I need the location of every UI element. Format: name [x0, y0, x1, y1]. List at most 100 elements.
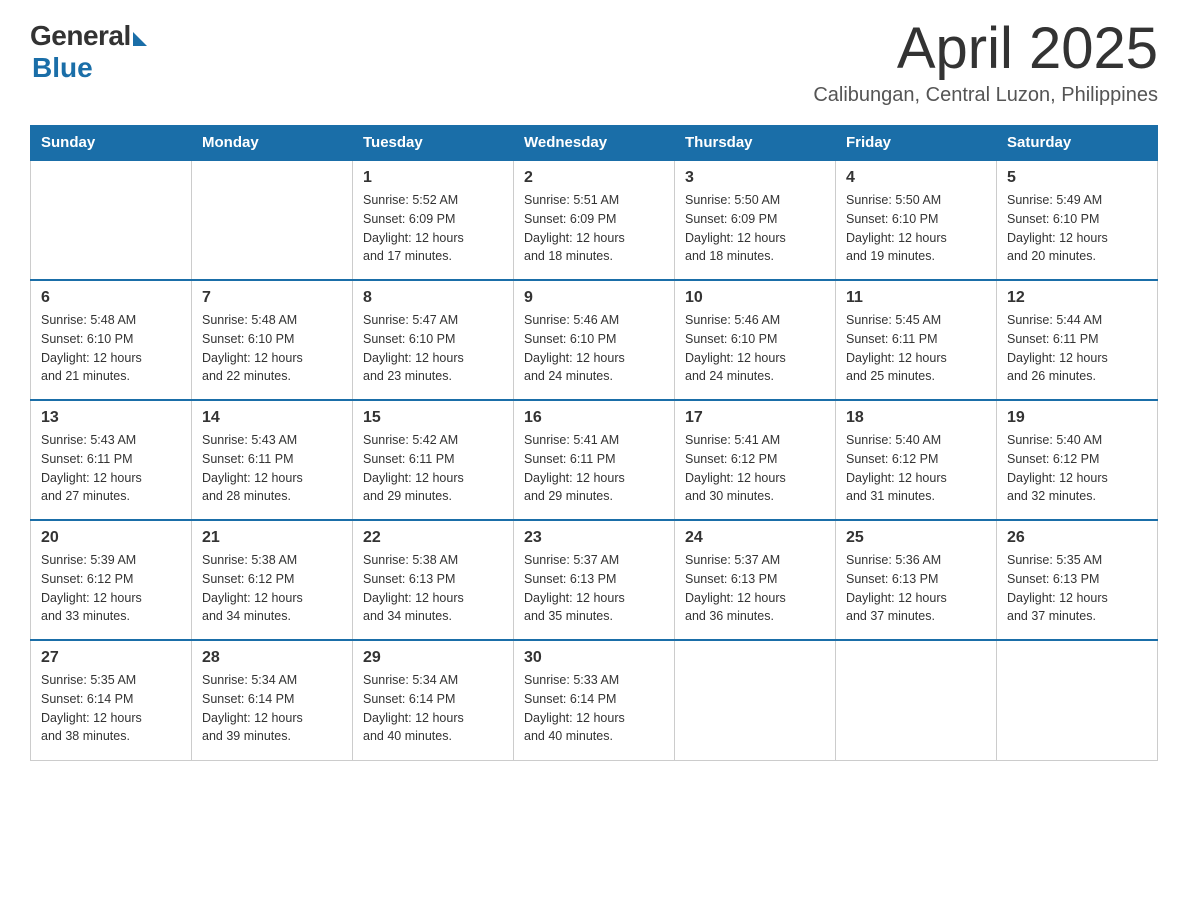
day-info: Sunrise: 5:37 AM Sunset: 6:13 PM Dayligh…: [685, 551, 825, 626]
calendar-day-cell: 22 Sunrise: 5:38 AM Sunset: 6:13 PM Dayli…: [353, 520, 514, 640]
day-info: Sunrise: 5:46 AM Sunset: 6:10 PM Dayligh…: [524, 311, 664, 386]
day-info: Sunrise: 5:43 AM Sunset: 6:11 PM Dayligh…: [202, 431, 342, 506]
day-info: Sunrise: 5:38 AM Sunset: 6:13 PM Dayligh…: [363, 551, 503, 626]
day-number: 6: [41, 289, 181, 307]
day-info: Sunrise: 5:43 AM Sunset: 6:11 PM Dayligh…: [41, 431, 181, 506]
day-number: 5: [1007, 169, 1147, 187]
calendar-day-cell: 16 Sunrise: 5:41 AM Sunset: 6:11 PM Dayli…: [514, 400, 675, 520]
day-number: 24: [685, 529, 825, 547]
logo-arrow-icon: [133, 32, 147, 46]
logo: General Blue: [30, 20, 147, 84]
day-number: 27: [41, 649, 181, 667]
day-info: Sunrise: 5:45 AM Sunset: 6:11 PM Dayligh…: [846, 311, 986, 386]
calendar-day-cell: 17 Sunrise: 5:41 AM Sunset: 6:12 PM Dayli…: [675, 400, 836, 520]
calendar-day-cell: 6 Sunrise: 5:48 AM Sunset: 6:10 PM Daylig…: [31, 280, 192, 400]
calendar-day-cell: [997, 640, 1158, 760]
day-number: 19: [1007, 409, 1147, 427]
day-info: Sunrise: 5:34 AM Sunset: 6:14 PM Dayligh…: [363, 671, 503, 746]
calendar-day-cell: 15 Sunrise: 5:42 AM Sunset: 6:11 PM Dayli…: [353, 400, 514, 520]
calendar-day-cell: 29Sunrise: 5:34 AM Sunset: 6:14 PM Dayli…: [353, 640, 514, 760]
day-number: 2: [524, 169, 664, 187]
day-info: Sunrise: 5:40 AM Sunset: 6:12 PM Dayligh…: [1007, 431, 1147, 506]
calendar-week-row: 20Sunrise: 5:39 AM Sunset: 6:12 PM Dayli…: [31, 520, 1158, 640]
day-info: Sunrise: 5:37 AM Sunset: 6:13 PM Dayligh…: [524, 551, 664, 626]
calendar-day-cell: 28Sunrise: 5:34 AM Sunset: 6:14 PM Dayli…: [192, 640, 353, 760]
day-number: 4: [846, 169, 986, 187]
calendar-day-cell: 2 Sunrise: 5:51 AM Sunset: 6:09 PM Daylig…: [514, 160, 675, 280]
month-title: April 2025: [813, 20, 1158, 78]
day-info: Sunrise: 5:48 AM Sunset: 6:10 PM Dayligh…: [202, 311, 342, 386]
day-info: Sunrise: 5:48 AM Sunset: 6:10 PM Dayligh…: [41, 311, 181, 386]
day-number: 20: [41, 529, 181, 547]
day-info: Sunrise: 5:35 AM Sunset: 6:14 PM Dayligh…: [41, 671, 181, 746]
title-section: April 2025 Calibungan, Central Luzon, Ph…: [813, 20, 1158, 107]
day-number: 13: [41, 409, 181, 427]
day-info: Sunrise: 5:40 AM Sunset: 6:12 PM Dayligh…: [846, 431, 986, 506]
calendar-day-cell: 27 Sunrise: 5:35 AM Sunset: 6:14 PM Dayli…: [31, 640, 192, 760]
calendar-day-cell: 18 Sunrise: 5:40 AM Sunset: 6:12 PM Dayli…: [836, 400, 997, 520]
day-number: 1: [363, 169, 503, 187]
day-number: 15: [363, 409, 503, 427]
day-number: 22: [363, 529, 503, 547]
day-info: Sunrise: 5:36 AM Sunset: 6:13 PM Dayligh…: [846, 551, 986, 626]
day-number: 17: [685, 409, 825, 427]
calendar-day-cell: 25Sunrise: 5:36 AM Sunset: 6:13 PM Dayli…: [836, 520, 997, 640]
day-number: 10: [685, 289, 825, 307]
calendar-day-cell: 1 Sunrise: 5:52 AM Sunset: 6:09 PM Daylig…: [353, 160, 514, 280]
calendar-day-cell: 26 Sunrise: 5:35 AM Sunset: 6:13 PM Dayli…: [997, 520, 1158, 640]
day-number: 30: [524, 649, 664, 667]
day-number: 21: [202, 529, 342, 547]
calendar-week-row: 6 Sunrise: 5:48 AM Sunset: 6:10 PM Daylig…: [31, 280, 1158, 400]
calendar-header-sunday: Sunday: [31, 126, 192, 161]
calendar-day-cell: 11Sunrise: 5:45 AM Sunset: 6:11 PM Dayli…: [836, 280, 997, 400]
calendar-day-cell: 12 Sunrise: 5:44 AM Sunset: 6:11 PM Dayli…: [997, 280, 1158, 400]
day-info: Sunrise: 5:50 AM Sunset: 6:09 PM Dayligh…: [685, 191, 825, 266]
calendar-day-cell: 24 Sunrise: 5:37 AM Sunset: 6:13 PM Dayli…: [675, 520, 836, 640]
day-info: Sunrise: 5:44 AM Sunset: 6:11 PM Dayligh…: [1007, 311, 1147, 386]
calendar-day-cell: 4 Sunrise: 5:50 AM Sunset: 6:10 PM Daylig…: [836, 160, 997, 280]
day-info: Sunrise: 5:34 AM Sunset: 6:14 PM Dayligh…: [202, 671, 342, 746]
calendar-table: SundayMondayTuesdayWednesdayThursdayFrid…: [30, 125, 1158, 761]
day-info: Sunrise: 5:52 AM Sunset: 6:09 PM Dayligh…: [363, 191, 503, 266]
calendar-day-cell: 23Sunrise: 5:37 AM Sunset: 6:13 PM Dayli…: [514, 520, 675, 640]
day-info: Sunrise: 5:35 AM Sunset: 6:13 PM Dayligh…: [1007, 551, 1147, 626]
calendar-day-cell: [836, 640, 997, 760]
day-number: 14: [202, 409, 342, 427]
calendar-header-tuesday: Tuesday: [353, 126, 514, 161]
header: General Blue April 2025 Calibungan, Cent…: [30, 20, 1158, 107]
calendar-header-wednesday: Wednesday: [514, 126, 675, 161]
calendar-day-cell: 9 Sunrise: 5:46 AM Sunset: 6:10 PM Daylig…: [514, 280, 675, 400]
day-info: Sunrise: 5:50 AM Sunset: 6:10 PM Dayligh…: [846, 191, 986, 266]
calendar-day-cell: 20Sunrise: 5:39 AM Sunset: 6:12 PM Dayli…: [31, 520, 192, 640]
calendar-day-cell: [192, 160, 353, 280]
day-info: Sunrise: 5:41 AM Sunset: 6:11 PM Dayligh…: [524, 431, 664, 506]
calendar-day-cell: 5 Sunrise: 5:49 AM Sunset: 6:10 PM Daylig…: [997, 160, 1158, 280]
day-number: 16: [524, 409, 664, 427]
logo-blue-text: Blue: [32, 52, 93, 84]
day-info: Sunrise: 5:49 AM Sunset: 6:10 PM Dayligh…: [1007, 191, 1147, 266]
calendar-header-monday: Monday: [192, 126, 353, 161]
calendar-week-row: 27 Sunrise: 5:35 AM Sunset: 6:14 PM Dayli…: [31, 640, 1158, 760]
calendar-day-cell: 8Sunrise: 5:47 AM Sunset: 6:10 PM Daylig…: [353, 280, 514, 400]
calendar-week-row: 13 Sunrise: 5:43 AM Sunset: 6:11 PM Dayli…: [31, 400, 1158, 520]
day-number: 18: [846, 409, 986, 427]
calendar-day-cell: [31, 160, 192, 280]
calendar-day-cell: 10 Sunrise: 5:46 AM Sunset: 6:10 PM Dayli…: [675, 280, 836, 400]
calendar-day-cell: 3 Sunrise: 5:50 AM Sunset: 6:09 PM Daylig…: [675, 160, 836, 280]
day-info: Sunrise: 5:51 AM Sunset: 6:09 PM Dayligh…: [524, 191, 664, 266]
calendar-header-friday: Friday: [836, 126, 997, 161]
day-info: Sunrise: 5:46 AM Sunset: 6:10 PM Dayligh…: [685, 311, 825, 386]
calendar-day-cell: 30 Sunrise: 5:33 AM Sunset: 6:14 PM Dayli…: [514, 640, 675, 760]
day-number: 12: [1007, 289, 1147, 307]
day-number: 3: [685, 169, 825, 187]
day-number: 26: [1007, 529, 1147, 547]
day-info: Sunrise: 5:41 AM Sunset: 6:12 PM Dayligh…: [685, 431, 825, 506]
calendar-day-cell: [675, 640, 836, 760]
logo-general-text: General: [30, 20, 131, 52]
calendar-header-row: SundayMondayTuesdayWednesdayThursdayFrid…: [31, 126, 1158, 161]
calendar-day-cell: 13 Sunrise: 5:43 AM Sunset: 6:11 PM Dayli…: [31, 400, 192, 520]
day-number: 9: [524, 289, 664, 307]
calendar-header-thursday: Thursday: [675, 126, 836, 161]
day-info: Sunrise: 5:33 AM Sunset: 6:14 PM Dayligh…: [524, 671, 664, 746]
day-info: Sunrise: 5:42 AM Sunset: 6:11 PM Dayligh…: [363, 431, 503, 506]
